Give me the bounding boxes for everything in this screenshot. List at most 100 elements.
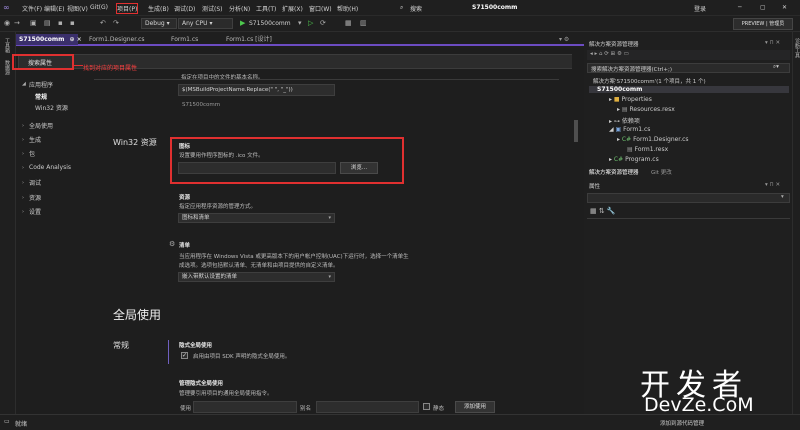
project-node[interactable]: S71500comm [589, 86, 789, 93]
properties-toolbar-icons[interactable]: ▦ ⇅ 🔧 [590, 207, 616, 215]
property-scrollbar[interactable] [572, 48, 580, 414]
datasource-tab[interactable]: 数据源 [4, 60, 11, 75]
expand-arrow-icon[interactable]: ◢ [22, 81, 26, 87]
tree-item-form1-cs[interactable]: ◢ ▣ Form1.cs [609, 126, 650, 133]
nav-package[interactable]: 包 [29, 149, 35, 158]
wrench-folder-icon: ■ [613, 96, 620, 103]
search-icon[interactable]: ⌕ [400, 4, 403, 12]
tree-item-label: Form1.resx [634, 146, 669, 153]
menu-project[interactable]: 项目(P) [115, 3, 139, 14]
collapsed-arrow-icon[interactable]: › [22, 209, 24, 215]
tab-form1-designer-cs[interactable]: Form1.Designer.cs [86, 34, 158, 45]
solution-node[interactable]: 解决方案'S71500comm'(1 个项目，共 1 个) [593, 77, 706, 85]
tree-item-label: 依赖项 [621, 118, 640, 125]
nav-build[interactable]: 生成 [29, 135, 41, 144]
run-without-debug-icon[interactable]: ▷ [308, 19, 313, 28]
run-dropdown-icon[interactable]: ▾ [298, 19, 302, 28]
manifest-select[interactable]: 嵌入带默认设置的清单 ▾ [178, 272, 335, 282]
right-strip-tab[interactable]: 诊断工具 [794, 38, 800, 58]
static-checkbox[interactable] [423, 403, 430, 410]
tree-item-properties[interactable]: ▸ ■ Properties [609, 96, 652, 103]
menu-tools[interactable]: 工具(T) [256, 4, 276, 13]
open-icon[interactable]: ▤ [44, 19, 51, 28]
menu-debug[interactable]: 调试(D) [174, 4, 195, 13]
collapsed-arrow-icon[interactable]: › [22, 195, 24, 201]
tab-solution-explorer[interactable]: 解决方案资源管理器 [589, 168, 639, 176]
close-icon[interactable]: ✕ [782, 4, 787, 11]
nav-code-analysis[interactable]: Code Analysis [29, 164, 71, 171]
collapsed-arrow-icon[interactable]: › [22, 137, 24, 143]
hot-reload-icon[interactable]: ⟳ [320, 19, 326, 28]
forward-icon[interactable]: → [14, 19, 20, 28]
tree-item-form1-designer[interactable]: ▸ C# Form1.Designer.cs [617, 136, 689, 143]
redo-icon[interactable]: ↷ [113, 19, 119, 28]
properties-object-select[interactable]: ▾ [587, 193, 790, 203]
config-select[interactable]: Debug ▾ [141, 18, 177, 29]
nav-debug[interactable]: 调试 [29, 178, 41, 187]
run-icon[interactable]: ▶ [240, 19, 245, 28]
toolbox-tab[interactable]: 工具箱 [4, 38, 11, 53]
panel-controls-icon[interactable]: ▾ ⊓ ✕ [765, 40, 780, 46]
new-item-icon[interactable]: ▣ [30, 19, 37, 28]
tree-item-form1-resx[interactable]: ▤ Form1.resx [627, 146, 668, 153]
back-icon[interactable]: ◉ [4, 19, 10, 28]
menu-edit[interactable]: 编辑(E) [44, 4, 64, 13]
toolbar-tool-icon[interactable]: ▦ [345, 19, 352, 28]
scrollbar-thumb[interactable] [574, 120, 578, 142]
solution-search-input[interactable]: 搜索解决方案资源管理器(Ctrl+;) [591, 65, 672, 73]
resources-select[interactable]: 图标和清单 ▾ [178, 213, 335, 223]
save-all-icon[interactable]: ▪ [70, 19, 75, 28]
add-using-button[interactable]: 添加使用 [455, 401, 495, 413]
nav-settings[interactable]: 设置 [29, 207, 41, 216]
vs-logo-icon[interactable]: ∞ [3, 3, 10, 12]
menu-build[interactable]: 生成(B) [148, 4, 169, 13]
using-input[interactable] [193, 401, 297, 413]
collapsed-arrow-icon[interactable]: › [22, 180, 24, 186]
menu-help[interactable]: 帮助(H) [337, 4, 358, 13]
tab-form1-cs[interactable]: Form1.cs [168, 34, 214, 45]
platform-select[interactable]: Any CPU ▾ [178, 18, 233, 29]
tab-overflow-icon[interactable]: ▾ ⚙ [556, 34, 569, 45]
collapsed-arrow-icon[interactable]: › [22, 123, 24, 129]
solution-search-box[interactable]: 搜索解决方案资源管理器(Ctrl+;) ⌕▾ [587, 63, 790, 73]
nav-application[interactable]: 应用程序 [29, 80, 53, 89]
maximize-icon[interactable]: ▢ [760, 4, 766, 11]
source-control-label[interactable]: 添加到源代码管理 [660, 419, 704, 427]
menu-extensions[interactable]: 扩展(X) [282, 4, 303, 13]
undo-icon[interactable]: ↶ [100, 19, 106, 28]
nav-application-win32[interactable]: Win32 资源 [35, 103, 68, 112]
tree-item-resources-resx[interactable]: ▸ ▤ Resources.resx [617, 106, 675, 113]
nav-resources[interactable]: 资源 [29, 193, 41, 202]
save-icon[interactable]: ▪ [58, 19, 63, 28]
project-properties-page [16, 48, 584, 414]
tab-form1-design[interactable]: Form1.cs [设计] [223, 34, 283, 45]
toolbar-tool2-icon[interactable]: ▥ [360, 19, 367, 28]
nav-application-general[interactable]: 常规 [35, 92, 47, 101]
search-label[interactable]: 搜索 [410, 4, 422, 13]
tab-pin-close-icon[interactable]: ⊕ × [69, 36, 81, 43]
collapsed-arrow-icon[interactable]: › [22, 151, 24, 157]
menu-file[interactable]: 文件(F) [22, 4, 42, 13]
menu-analyze[interactable]: 分析(N) [229, 4, 250, 13]
nav-global-usings[interactable]: 全局使用 [29, 121, 53, 130]
menu-git[interactable]: Git(G) [90, 4, 108, 11]
assembly-name-field[interactable]: $(MSBuildProjectName.Replace(" ", "_")) [178, 84, 335, 96]
menu-window[interactable]: 窗口(W) [309, 4, 332, 13]
preview-button[interactable]: PREVIEW | 管理员 [733, 18, 793, 30]
implicit-usings-checkbox[interactable]: ✓ [181, 352, 188, 359]
tree-item-program-cs[interactable]: ▸ C# Program.cs [609, 156, 659, 163]
menu-view[interactable]: 视图(V) [67, 4, 88, 13]
tab-git-changes[interactable]: Git 更改 [651, 168, 672, 176]
implicit-usings-label: 隐式全局使用 [179, 343, 213, 349]
tab-project-properties[interactable]: S71500comm ⊕ × [16, 34, 82, 45]
solution-toolbar-icons[interactable]: ◂ ▸ ⌂ ⟳ ⊞ ⚙ ▭ [590, 51, 629, 57]
tree-item-dependencies[interactable]: ▸ ⊶ 依赖项 [609, 116, 640, 125]
run-target[interactable]: S71500comm [249, 19, 291, 28]
minimize-icon[interactable]: ─ [738, 4, 742, 11]
collapsed-arrow-icon[interactable]: › [22, 165, 24, 171]
login-link[interactable]: 登录 [694, 4, 706, 13]
menu-test[interactable]: 测试(S) [202, 4, 223, 13]
panel-controls-icon[interactable]: ▾ ⊓ ✕ [765, 182, 780, 188]
resources-desc: 指定应用程序资源的管理方式。 [179, 204, 257, 210]
alias-input[interactable] [316, 401, 419, 413]
